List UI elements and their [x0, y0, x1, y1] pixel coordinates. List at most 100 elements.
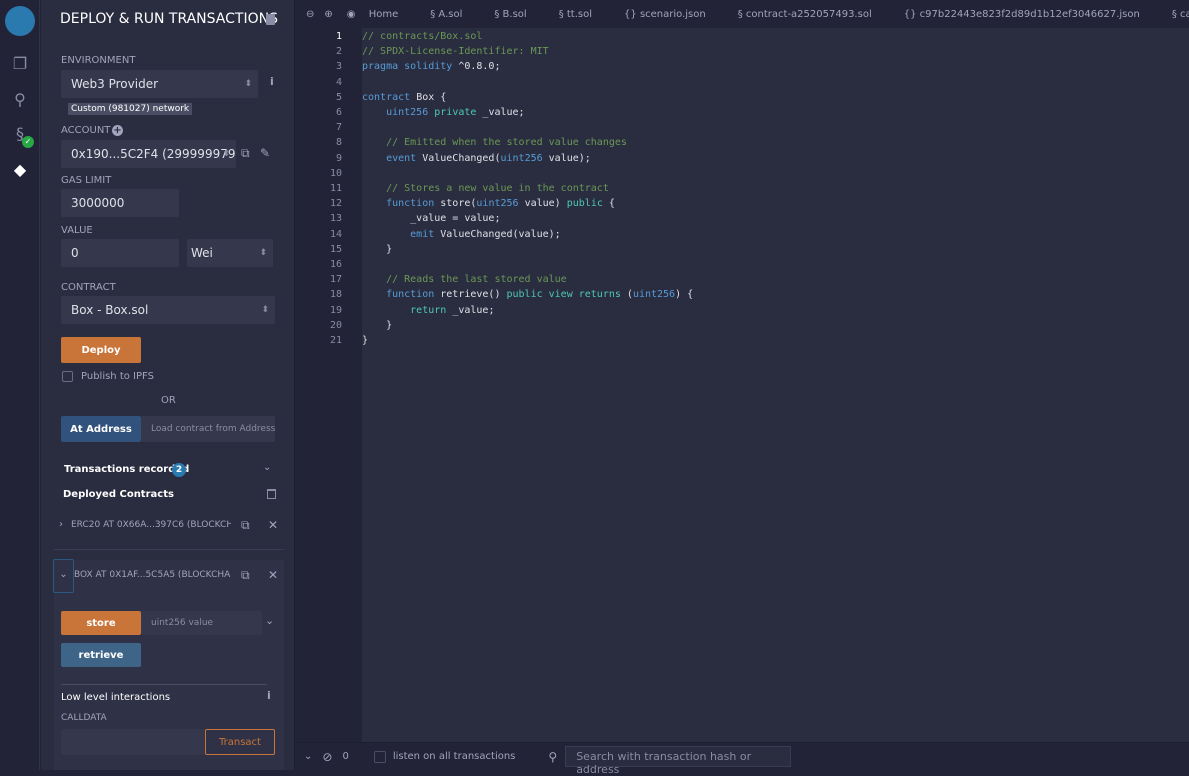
contract-value: Box - Box.sol	[71, 303, 149, 317]
calldata-input[interactable]	[61, 729, 205, 755]
tab-contract-sol[interactable]: § contract-a252057493.sol	[738, 9, 882, 20]
remix-logo-icon[interactable]	[5, 6, 35, 36]
calldata-label: CALLDATA	[61, 713, 107, 723]
zoom-in-icon[interactable]: ⊕	[324, 9, 332, 20]
copy-icon[interactable]: ⧉	[241, 146, 250, 161]
listen-checkbox[interactable]	[373, 750, 386, 763]
chevron-down-icon[interactable]: ⌄	[263, 462, 271, 473]
chevron-right-icon[interactable]: ›	[59, 519, 63, 530]
listen-label: listen on all transactions	[392, 751, 516, 762]
account-select[interactable]: 0x190...5C2F4 (299999979.9	[61, 140, 236, 168]
tab-a-sol[interactable]: § A.sol	[430, 9, 472, 20]
line-number: 8	[335, 137, 342, 149]
code-line: }	[362, 319, 393, 331]
pending-count: 0	[342, 751, 349, 762]
code-line: // SPDX-License-Identifier: MIT	[362, 46, 549, 58]
line-number: 21	[329, 335, 342, 346]
file-explorer-icon[interactable]: ❐	[8, 52, 32, 76]
line-number: 9	[335, 152, 342, 164]
chevron-down-icon[interactable]: ⌄	[53, 559, 74, 593]
line-number: 15	[329, 243, 342, 255]
line-number: 11	[329, 183, 342, 194]
code-area[interactable]: // contracts/Box.sol // SPDX-License-Iden…	[362, 28, 1189, 742]
account-label: ACCOUNT	[61, 125, 111, 136]
check-icon: ✓	[22, 136, 34, 148]
line-number: 10	[329, 167, 342, 179]
code-line: function retrieve() public view returns …	[362, 289, 694, 301]
copy-address-icon[interactable]: ⧉	[241, 518, 250, 533]
unit-value: Wei	[191, 246, 213, 260]
line-number: 7	[335, 122, 342, 134]
store-input[interactable]: uint256 value	[141, 611, 262, 635]
line-number: 6	[335, 107, 342, 118]
code-editor[interactable]: 1 2 3 4 5 6 7 8 9 10 11 12 13 14 15 16 17 18 19 20 21 // con…	[296, 28, 1189, 742]
close-icon[interactable]: ✕	[268, 568, 278, 582]
transaction-search-input[interactable]: Search with transaction hash or address	[565, 746, 792, 776]
info-icon[interactable]: i	[270, 75, 274, 88]
publish-checkbox[interactable]	[62, 371, 73, 382]
info-icon[interactable]: i	[267, 689, 271, 702]
line-number: 16	[329, 259, 342, 270]
close-icon[interactable]: ✕	[268, 518, 278, 532]
clear-icon[interactable]: ⊘	[322, 750, 332, 764]
edit-icon[interactable]: ✎	[260, 146, 270, 160]
copy-address-icon[interactable]: ⧉	[241, 568, 250, 583]
deploy-button[interactable]: Deploy	[61, 337, 141, 363]
tab-b-sol[interactable]: § B.sol	[494, 9, 536, 20]
deployed-contracts-label: Deployed Contracts	[63, 489, 174, 500]
unit-select[interactable]: Wei	[187, 239, 273, 267]
deploy-panel: DEPLOY & RUN TRANSACTIONS ENVIRONMENT We…	[41, 0, 295, 770]
publish-label: Publish to IPFS	[81, 371, 154, 382]
tab-cat-sol[interactable]: § cat.sol	[1172, 9, 1189, 20]
code-line: }	[362, 335, 369, 346]
line-number: 2	[335, 46, 342, 58]
at-address-input[interactable]: Load contract from Address	[141, 416, 275, 442]
code-line: contract Box {	[362, 91, 447, 103]
line-number: 4	[335, 76, 342, 88]
icon-bar: ❐ ⚲ § ✓ ◆	[0, 0, 40, 770]
solidity-compiler-icon[interactable]: § ✓	[8, 122, 34, 148]
trash-icon[interactable]	[267, 489, 276, 499]
code-line: // Stores a new value in the contract	[362, 183, 609, 194]
search-icon[interactable]: ⚲	[8, 88, 32, 112]
code-line: // Reads the last stored value	[362, 274, 567, 286]
zoom-out-icon[interactable]: ⊖	[306, 9, 314, 20]
code-line: // contracts/Box.sol	[362, 31, 483, 42]
account-value: 0x190...5C2F4 (299999979.9	[71, 147, 236, 161]
retrieve-button[interactable]: retrieve	[61, 643, 141, 667]
transactions-count-badge: 2	[172, 463, 186, 477]
tab-scenario-json[interactable]: {} scenario.json	[624, 9, 716, 20]
tab-json[interactable]: {} c97b22443e823f2d89d1b12ef3046627.json	[904, 9, 1150, 20]
expand-icon[interactable]: ⌄	[265, 614, 274, 627]
deploy-run-icon[interactable]: ◆	[8, 158, 32, 182]
value-input[interactable]: 0	[61, 239, 179, 267]
at-address-button[interactable]: At Address	[61, 416, 141, 442]
value-label: VALUE	[61, 225, 93, 236]
tab-home[interactable]: ◉ Home	[347, 9, 408, 20]
tab-tt-sol[interactable]: § tt.sol	[559, 9, 602, 20]
environment-select[interactable]: Web3 Provider	[61, 70, 258, 98]
line-numbers: 1 2 3 4 5 6 7 8 9 10 11 12 13 14 15 16 17 18 19 20 21	[296, 28, 362, 742]
contract-select[interactable]: Box - Box.sol	[61, 296, 275, 324]
code-line: pragma solidity ^0.8.0;	[362, 61, 501, 73]
collapse-terminal-icon[interactable]: ⌄	[304, 751, 312, 762]
contract-box-label[interactable]: BOX AT 0X1AF...5C5A5 (BLOCKCHAIN)	[74, 570, 231, 580]
code-line: return _value;	[362, 304, 495, 316]
add-account-icon[interactable]: +	[112, 125, 123, 136]
docs-icon[interactable]	[266, 14, 275, 25]
code-line: function store(uint256 value) public {	[362, 198, 615, 210]
line-number: 20	[329, 319, 342, 331]
line-number: 18	[329, 289, 342, 301]
environment-value: Web3 Provider	[71, 77, 159, 91]
code-line: // Emitted when the stored value changes	[362, 137, 627, 149]
line-number: 3	[335, 61, 342, 73]
gas-limit-input[interactable]: 3000000	[61, 189, 179, 217]
store-button[interactable]: store	[61, 611, 141, 635]
transactions-recorded-label[interactable]: Transactions recorded	[64, 464, 189, 475]
code-line: _value = value;	[362, 213, 501, 225]
divider	[61, 684, 267, 685]
transact-button[interactable]: Transact	[205, 729, 275, 755]
contract-erc20-label[interactable]: ERC20 AT 0X66A...397C6 (BLOCKCHAIN)	[71, 520, 231, 530]
editor-tabs: ⊖ ⊕ ◉ Home § A.sol § B.sol § tt.sol {} s…	[296, 0, 1189, 28]
line-number: 17	[329, 274, 342, 286]
